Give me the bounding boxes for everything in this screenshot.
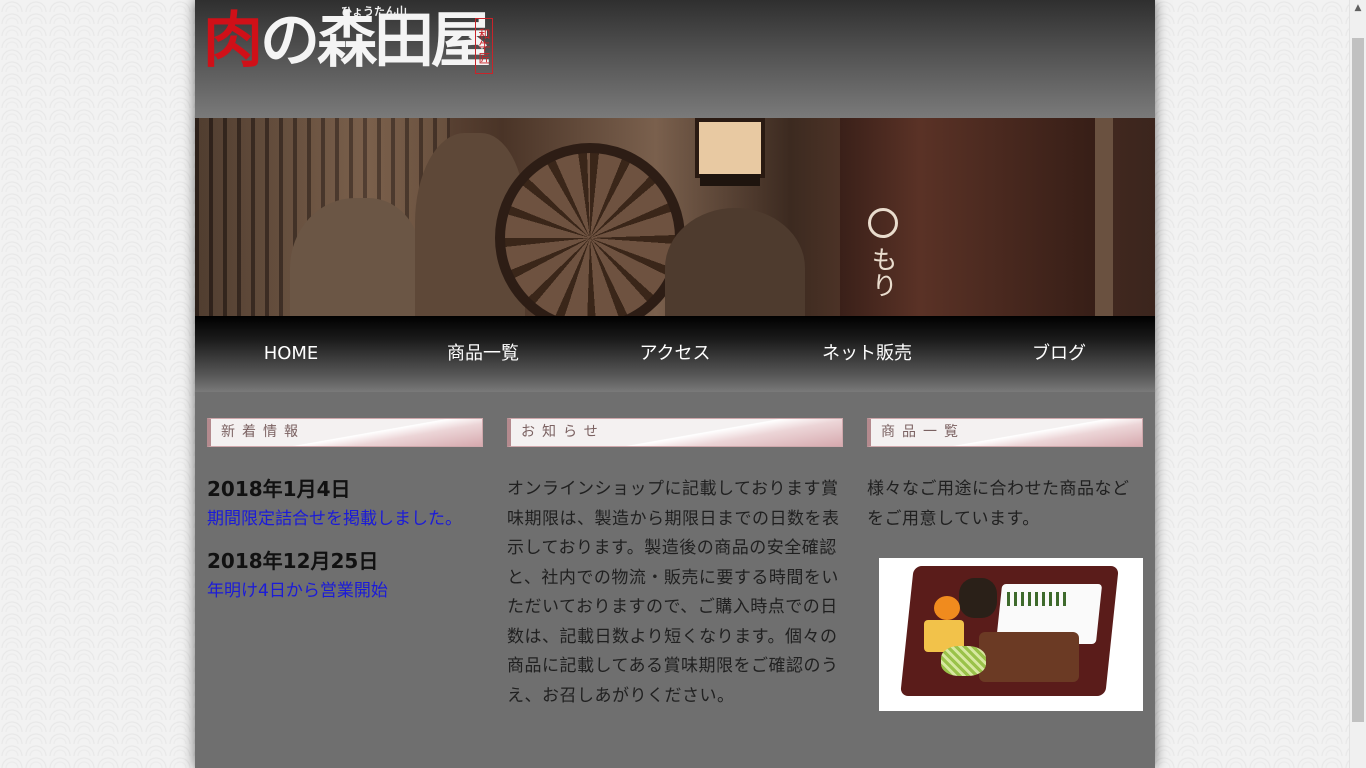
hero-pillar [1095,118,1113,316]
logo-stamp: 和牛匠 [475,18,493,74]
logo-red-char: 肉 [203,6,263,76]
nav-item-access[interactable]: アクセス [579,316,771,392]
products-body: 様々なご用途に合わせた商品などをご用意しています。 [867,479,1130,529]
news-heading: 新着情報 [207,418,483,447]
bento-side-dish [959,578,997,618]
site-header: 肉の森田屋 ひょうたん山 和牛匠 [195,0,1155,118]
hero-rock [665,208,805,316]
triangle-up-icon[interactable]: ▲ [1350,0,1366,17]
news-column: 新着情報 2018年1月4日 期間限定詰合せを掲載しました。 2018年12月2… [207,418,483,606]
bento-salad [941,646,986,676]
hero-lantern [695,118,765,178]
main-nav: HOME 商品一覧 アクセス ネット販売 ブログ [195,316,1155,392]
notice-column: お知らせ オンラインショップに記載しております賞味期限は、製造から期限日までの日… [507,418,843,711]
vertical-scrollbar[interactable]: ▲ [1349,0,1366,768]
notice-heading: お知らせ [507,418,843,447]
notice-body: オンラインショップに記載しております賞味期限は、製造から期限日までの日数を表示し… [507,479,840,706]
news-link[interactable]: 期間限定詰合せを掲載しました。 [207,504,483,534]
bento-side-dish [934,596,960,620]
products-heading: 商品一覧 [867,418,1143,447]
nav-item-home[interactable]: HOME [195,316,387,392]
news-date: 2018年12月25日 [207,549,379,573]
nav-item-products[interactable]: 商品一覧 [387,316,579,392]
page-container: 肉の森田屋 ひょうたん山 和牛匠 もり HOME 商品一覧 アクセス ネット販売… [195,0,1155,768]
bento-box-image[interactable] [879,558,1143,711]
nav-item-blog[interactable]: ブログ [963,316,1155,392]
hero-lantern-base [700,174,760,186]
bento-seaweed [1007,592,1067,606]
nav-item-online-shop[interactable]: ネット販売 [771,316,963,392]
site-logo[interactable]: 肉の森田屋 ひょうたん山 和牛匠 [203,5,493,78]
hero-banner: もり [195,118,1155,316]
noren-crest-icon [868,208,898,238]
logo-ruby-text: ひょうたん山 [341,5,407,18]
hero-water-wheel [495,143,685,316]
products-column: 商品一覧 様々なご用途に合わせた商品などをご用意しています。 [867,418,1143,711]
bento-meat [979,632,1079,682]
news-date: 2018年1月4日 [207,477,351,501]
scrollbar-thumb[interactable] [1352,38,1364,722]
news-link[interactable]: 年明け4日から営業開始 [207,576,483,606]
noren-text: もり [867,246,897,298]
